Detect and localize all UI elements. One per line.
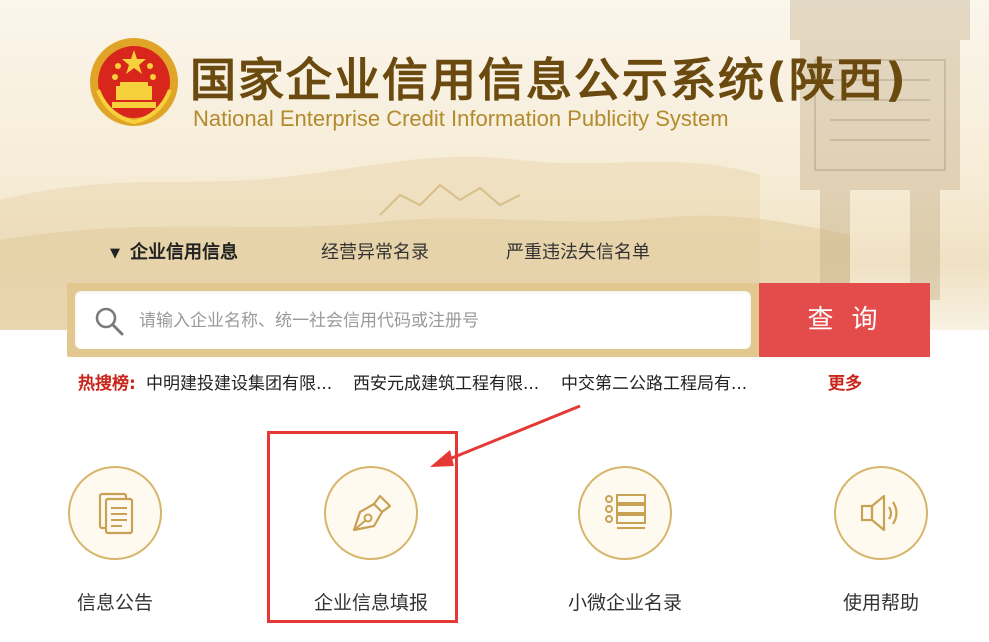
site-title: 国家企业信用信息公示系统(陕西)	[190, 53, 909, 107]
service-info-announcement[interactable]: 信息公告	[50, 466, 180, 614]
nav-item-label: 企业信用信息	[130, 242, 238, 263]
search-category-nav: ▼ 企业信用信息 经营异常名录 严重违法失信名单	[0, 238, 989, 268]
nav-item-abnormal-list[interactable]: 经营异常名录	[321, 238, 429, 264]
header-banner: 国家企业信用信息公示系统(陕西) National Enterprise Cre…	[0, 0, 989, 330]
caret-down-icon: ▼	[110, 246, 120, 261]
service-icon-circle	[834, 466, 928, 560]
service-small-micro-directory[interactable]: 小微企业名录	[560, 466, 690, 614]
search-box	[67, 283, 759, 357]
nav-item-credit-info[interactable]: ▼ 企业信用信息	[110, 238, 238, 264]
nav-item-dishonest-list[interactable]: 严重违法失信名单	[506, 238, 650, 264]
annotation-arrow	[430, 404, 581, 467]
more-link[interactable]: 更多	[828, 369, 862, 394]
list-icon	[605, 494, 646, 529]
service-label: 使用帮助	[842, 592, 919, 614]
hot-search-bar: 热搜榜: 中明建投建设集团有限... 西安元成建筑工程有限... 中交第二公路工…	[0, 369, 989, 394]
national-emblem-icon	[88, 36, 180, 128]
speaker-icon	[860, 494, 898, 532]
service-label: 小微企业名录	[567, 592, 682, 614]
hot-search-item[interactable]: 中交第二公路工程局有...	[561, 369, 747, 394]
hot-search-label: 热搜榜:	[78, 374, 136, 394]
service-icon-circle	[578, 466, 672, 560]
hot-search-item[interactable]: 西安元成建筑工程有限...	[353, 369, 539, 394]
hot-search-item[interactable]: 中明建投建设集团有限...	[146, 369, 332, 394]
service-user-help[interactable]: 使用帮助	[816, 466, 946, 614]
search-input[interactable]	[137, 301, 741, 341]
site-subtitle: National Enterprise Credit Information P…	[193, 106, 729, 131]
service-icon-circle	[68, 466, 162, 560]
search-button[interactable]: 查询	[759, 283, 930, 357]
search-icon	[95, 307, 124, 336]
service-label: 信息公告	[76, 592, 153, 614]
document-icon	[98, 492, 134, 535]
search-field-container	[75, 291, 751, 349]
